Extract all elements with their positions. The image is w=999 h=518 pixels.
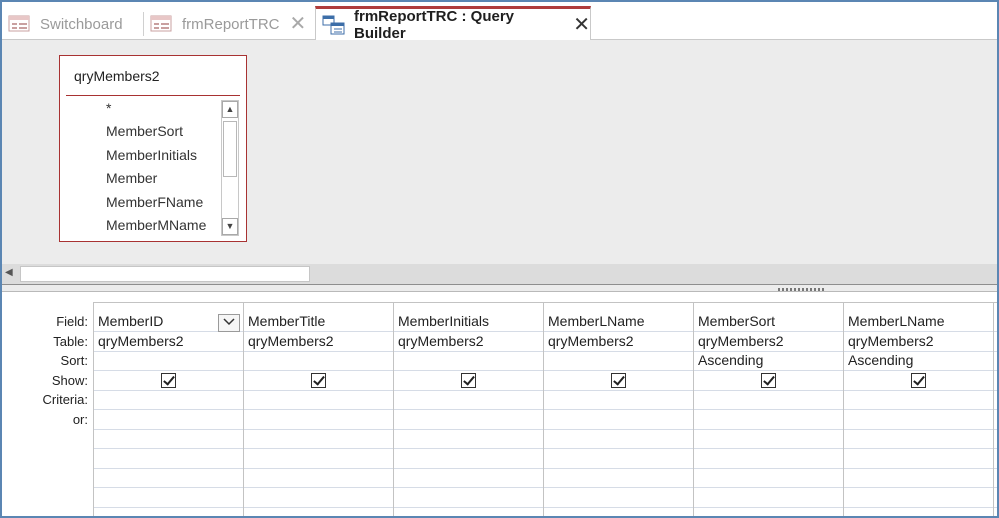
show-checkbox[interactable]: [911, 372, 926, 388]
form-icon: [8, 14, 32, 34]
show-checkbox[interactable]: [761, 372, 776, 388]
close-icon[interactable]: ✕: [573, 15, 590, 35]
tab-label: frmReportTRC: [182, 15, 280, 33]
grid-column-line: [393, 302, 394, 516]
show-checkbox[interactable]: [461, 372, 476, 388]
scroll-thumb[interactable]: [20, 266, 310, 282]
grid-cell-field[interactable]: MemberLName: [548, 313, 644, 329]
grid-cell-field[interactable]: MemberTitle: [248, 313, 325, 329]
grid-top-border: [93, 302, 997, 303]
grid-column-line: [543, 302, 544, 516]
row-label-criteria: Criteria:: [42, 392, 88, 407]
divider: [66, 95, 240, 96]
table-design-pane[interactable]: qryMembers2 * MemberSort MemberInitials …: [2, 40, 997, 264]
grid-row-line: [93, 428, 997, 430]
row-label-table: Table:: [53, 333, 88, 349]
grid-row-line: [93, 370, 997, 371]
grid-cell-criteria[interactable]: [698, 390, 838, 408]
query-icon: [322, 15, 346, 35]
grid-cell-field[interactable]: MemberSort: [698, 313, 775, 329]
form-icon: [150, 14, 174, 34]
field-list-item[interactable]: *: [106, 100, 111, 116]
grid-column-line: [993, 302, 994, 516]
scroll-left-icon[interactable]: ◀: [5, 267, 17, 281]
query-builder-window: Switchboard frmReportTRC ✕ frmReportTRC …: [0, 0, 999, 518]
grid-cell-table[interactable]: qryMembers2: [98, 333, 184, 349]
grid-cell-table[interactable]: qryMembers2: [248, 333, 334, 349]
grid-row-line: [93, 506, 997, 508]
grid-row-line: [93, 487, 997, 488]
grid-row-line: [93, 448, 997, 449]
grid-cell-or[interactable]: [848, 410, 988, 428]
grid-cell-or[interactable]: [548, 410, 688, 428]
grid-column-line: [693, 302, 694, 516]
grid-cell-field[interactable]: MemberID: [98, 313, 163, 329]
grid-column-line: [93, 302, 94, 516]
show-checkbox[interactable]: [161, 372, 176, 388]
table-title: qryMembers2: [74, 68, 160, 84]
horizontal-scrollbar[interactable]: ◀: [2, 264, 997, 284]
grid-cell-sort[interactable]: Ascending: [698, 352, 763, 368]
grid-row-labels: Field: Table: Sort: Show: Criteria: or:: [2, 312, 88, 429]
table-field-list[interactable]: qryMembers2 * MemberSort MemberInitials …: [59, 55, 247, 242]
grid-cell-field[interactable]: MemberLName: [848, 313, 944, 329]
field-list-item[interactable]: MemberInitials: [106, 147, 197, 163]
grid-cell-or[interactable]: [98, 410, 238, 428]
grid-row-line: [93, 467, 997, 469]
tab-divider: [143, 12, 144, 36]
field-list-item[interactable]: MemberSort: [106, 123, 183, 139]
row-label-field: Field:: [56, 314, 88, 329]
grid-cell-or[interactable]: [698, 410, 838, 428]
show-checkbox[interactable]: [311, 372, 326, 388]
row-label-or: or:: [72, 411, 88, 427]
show-checkbox[interactable]: [611, 372, 626, 388]
field-dropdown-chevron-down-icon[interactable]: [218, 314, 240, 332]
grid-cell-criteria[interactable]: [248, 390, 388, 408]
close-icon[interactable]: ✕: [290, 14, 307, 34]
scroll-down-icon[interactable]: ▼: [222, 218, 238, 235]
splitter-grip[interactable]: [778, 288, 824, 291]
grid-cell-or[interactable]: [398, 410, 538, 428]
grid-cell-field[interactable]: MemberInitials: [398, 313, 489, 329]
row-label-show: Show:: [51, 372, 88, 388]
grid-cell-criteria[interactable]: [548, 390, 688, 408]
grid-cell-table[interactable]: qryMembers2: [848, 333, 934, 349]
document-tab-bar: Switchboard frmReportTRC ✕ frmReportTRC …: [2, 2, 997, 42]
design-grid[interactable]: Field: Table: Sort: Show: Criteria: or: …: [2, 292, 997, 516]
tab-switchboard[interactable]: Switchboard: [8, 8, 123, 40]
grid-column-line: [243, 302, 244, 516]
tab-label: Switchboard: [40, 15, 123, 33]
pane-splitter[interactable]: [2, 284, 997, 292]
field-list-item[interactable]: MemberFName: [106, 194, 203, 210]
grid-cell-criteria[interactable]: [98, 390, 238, 408]
tab-query-builder[interactable]: frmReportTRC : Query Builder ✕: [315, 6, 591, 42]
grid-cell-table[interactable]: qryMembers2: [398, 333, 484, 349]
tab-frmreporttrc[interactable]: frmReportTRC ✕: [150, 8, 306, 40]
field-list-item[interactable]: MemberMName: [106, 217, 206, 233]
tab-label: frmReportTRC : Query Builder: [354, 7, 515, 42]
grid-cell-sort[interactable]: Ascending: [848, 352, 913, 368]
grid-column-line: [843, 302, 844, 516]
grid-cell-criteria[interactable]: [848, 390, 988, 408]
grid-cell-table[interactable]: qryMembers2: [548, 333, 634, 349]
grid-cell-criteria[interactable]: [398, 390, 538, 408]
field-list-item[interactable]: Member: [106, 170, 157, 186]
scroll-up-icon[interactable]: ▲: [222, 101, 238, 118]
grid-cell-or[interactable]: [248, 410, 388, 428]
row-label-sort: Sort:: [60, 353, 88, 368]
scroll-thumb[interactable]: [223, 121, 237, 177]
grid-cell-table[interactable]: qryMembers2: [698, 333, 784, 349]
field-list-scrollbar[interactable]: ▲ ▼: [221, 100, 239, 236]
